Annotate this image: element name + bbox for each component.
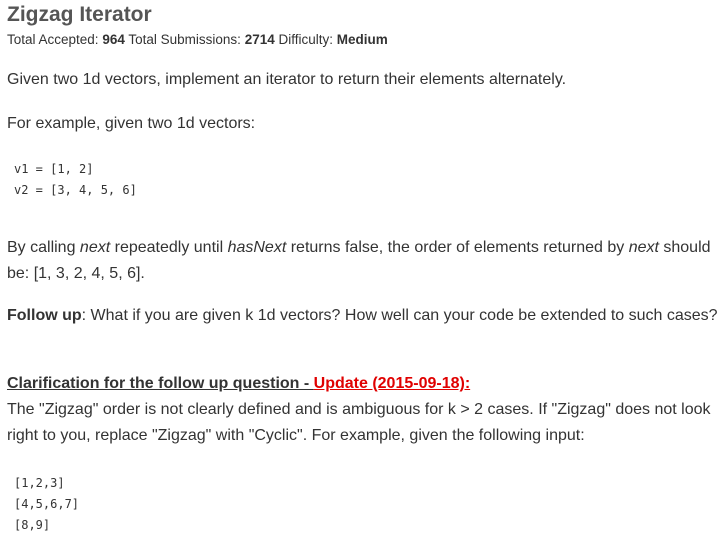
hasnext-keyword: hasNext [227, 239, 287, 256]
submissions-label: Total Submissions: [128, 32, 241, 47]
clarification-text: The "Zigzag" order is not clearly define… [7, 401, 711, 444]
problem-description: Given two 1d vectors, implement an itera… [7, 71, 567, 88]
order-text: returns false, the order of elements ret… [286, 239, 629, 256]
difficulty-value: Medium [336, 32, 388, 47]
code-line: v1 = [1, 2] [14, 162, 94, 176]
submissions-value: 2714 [244, 32, 275, 47]
example-code-block: v1 = [1, 2] v2 = [3, 4, 5, 6] [14, 159, 137, 201]
accepted-label: Total Accepted: [7, 32, 99, 47]
accepted-value: 964 [102, 32, 125, 47]
code-line: [4,5,6,7] [14, 497, 80, 511]
order-text: By calling [7, 239, 80, 256]
input-code-block: [1,2,3] [4,5,6,7] [8,9] [14, 473, 79, 536]
follow-up-text: : What if you are given k 1d vectors? Ho… [81, 307, 718, 324]
update-date: Update (2015-09-18): [313, 375, 471, 392]
clarification-heading: Clarification for the follow up question… [7, 371, 719, 397]
difficulty-label: Difficulty: [278, 32, 334, 47]
next-keyword: next [628, 239, 659, 256]
problem-stats: Total Accepted: 964 Total Submissions: 2… [7, 31, 388, 49]
order-text: repeatedly until [110, 239, 228, 256]
order-description: By calling next repeatedly until hasNext… [7, 235, 719, 287]
code-line: [8,9] [14, 518, 51, 532]
clarification-heading-text: Clarification for the follow up question… [7, 375, 314, 392]
code-line: [1,2,3] [14, 476, 65, 490]
example-intro: For example, given two 1d vectors: [7, 115, 256, 132]
code-line: v2 = [3, 4, 5, 6] [14, 183, 137, 197]
follow-up-label: Follow up [7, 307, 82, 324]
problem-title: Zigzag Iterator [7, 3, 152, 26]
next-keyword: next [79, 239, 111, 256]
follow-up: Follow up: What if you are given k 1d ve… [7, 303, 719, 329]
